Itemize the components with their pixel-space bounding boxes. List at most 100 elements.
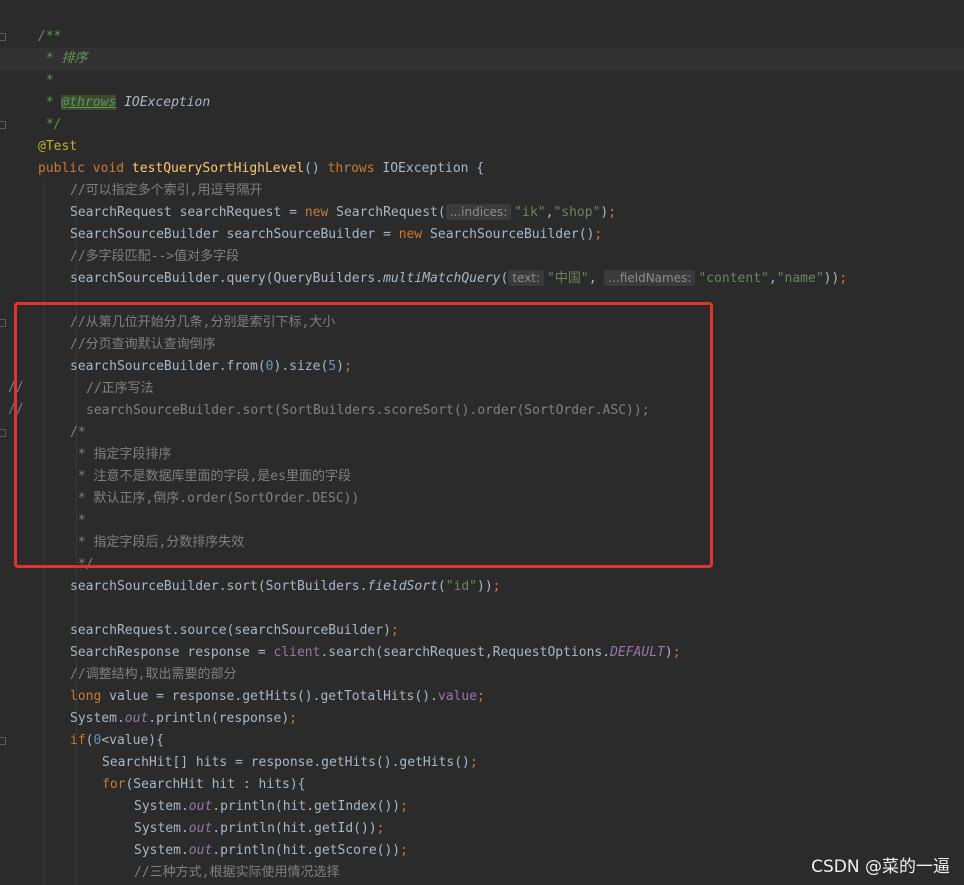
code-line[interactable]: System.out.println(hit.getIndex()); — [0, 796, 964, 818]
code-token: SearchRequest( — [336, 205, 446, 220]
code-token: ( — [500, 271, 509, 286]
code-line[interactable]: //多字段匹配-->值对多字段 — [0, 246, 964, 268]
code-token: () — [304, 161, 328, 176]
code-token: System. — [134, 799, 189, 814]
code-token: searchSourceBuilder.query(QueryBuilders. — [70, 271, 384, 286]
code-token: SearchSourceBuilder searchSourceBuilder … — [70, 227, 399, 242]
code-token: "name" — [776, 271, 824, 286]
code-line[interactable]: SearchSourceBuilder searchSourceBuilder … — [0, 224, 964, 246]
code-token: System. — [134, 843, 189, 858]
code-token: * 排序 — [38, 51, 88, 66]
code-token: ; — [390, 623, 399, 638]
code-line[interactable]: System.out.println(hit.getId()); — [0, 818, 964, 840]
code-token: ; — [376, 821, 385, 836]
code-line[interactable]: public void testQuerySortHighLevel() thr… — [0, 158, 964, 180]
code-token: <value){ — [101, 733, 164, 748]
code-token: ( — [437, 579, 446, 594]
code-token: out — [188, 843, 213, 858]
code-token: .search(searchRequest,RequestOptions. — [320, 645, 611, 660]
code-line[interactable]: System.out.println(response); — [0, 708, 964, 730]
code-token: SearchHit[] hits = response.getHits().ge… — [102, 755, 470, 770]
code-token: ) — [664, 645, 673, 660]
code-token: //调整结构,取出需要的部分 — [70, 667, 237, 682]
code-token: multiMatchQuery — [383, 271, 501, 286]
code-token: ; — [400, 843, 408, 858]
code-token: testQuerySortHighLevel — [131, 161, 305, 176]
code-token: , — [588, 271, 605, 286]
code-token: ; — [400, 799, 408, 814]
code-token: )) — [477, 579, 493, 594]
code-token: ; — [608, 205, 617, 220]
code-token: ; — [839, 271, 848, 286]
code-token: /** — [38, 29, 62, 44]
code-token: new — [304, 205, 337, 220]
parameter-hint: ...indices: — [445, 204, 512, 220]
code-token: fieldSort — [367, 579, 438, 594]
code-token: "ik" — [514, 205, 546, 220]
code-token: SearchResponse response = — [70, 645, 274, 660]
code-token: ; — [477, 689, 485, 704]
code-token: searchSourceBuilder.sort(SortBuilders. — [70, 579, 368, 594]
code-line[interactable]: searchRequest.source(searchSourceBuilder… — [0, 620, 964, 642]
parameter-hint: text: — [508, 270, 545, 286]
code-token: ; — [469, 755, 478, 770]
code-token: throws — [327, 161, 383, 176]
code-token: out — [188, 821, 213, 836]
code-line[interactable]: */ — [0, 114, 964, 136]
code-line[interactable]: * 排序 — [0, 48, 964, 70]
code-token: )) — [823, 271, 840, 286]
code-line[interactable]: //调整结构,取出需要的部分 — [0, 664, 964, 686]
code-line[interactable]: searchSourceBuilder.sort(SortBuilders.fi… — [0, 576, 964, 598]
code-token: IOException — [116, 95, 211, 110]
code-line[interactable]: @Test — [0, 136, 964, 158]
code-line[interactable]: SearchRequest searchRequest = new Search… — [0, 202, 964, 224]
code-token: //可以指定多个索引,用逗号隔开 — [70, 183, 263, 198]
code-token: value — [437, 689, 478, 704]
code-token: "id" — [445, 579, 478, 594]
code-line[interactable]: SearchResponse response = client.search(… — [0, 642, 964, 664]
code-token: ; — [492, 579, 501, 594]
code-token: * — [38, 95, 62, 110]
code-token: client — [273, 645, 321, 660]
code-line[interactable]: for(SearchHit hit : hits){ — [0, 774, 964, 796]
code-line[interactable]: * @throws IOException — [0, 92, 964, 114]
annotation-highlight-box — [14, 302, 713, 568]
code-line[interactable] — [0, 598, 964, 620]
code-token: (SearchHit hit : hits){ — [125, 777, 306, 792]
parameter-hint: ...fieldNames: — [604, 270, 696, 286]
code-token: out — [188, 799, 213, 814]
code-token: ; — [289, 711, 297, 726]
watermark: CSDN @菜的一逼 — [811, 857, 950, 877]
code-token: searchRequest.source(searchSourceBuilder… — [70, 623, 391, 638]
code-token: System. — [70, 711, 125, 726]
code-token: SearchRequest searchRequest = — [70, 205, 305, 220]
code-line[interactable]: long value = response.getHits().getTotal… — [0, 686, 964, 708]
code-token: for — [102, 777, 126, 792]
code-token: if — [70, 733, 86, 748]
code-token: .println(hit.getScore()) — [212, 843, 401, 858]
code-token: System. — [134, 821, 189, 836]
code-token: @Test — [38, 139, 78, 154]
code-line[interactable]: searchSourceBuilder.query(QueryBuilders.… — [0, 268, 964, 290]
code-token: @throws — [61, 95, 117, 110]
code-line[interactable]: //可以指定多个索引,用逗号隔开 — [0, 180, 964, 202]
code-line[interactable]: if(0<value){ — [0, 730, 964, 752]
code-line[interactable]: * — [0, 70, 964, 92]
code-line[interactable]: /** — [0, 26, 964, 48]
code-token: "shop" — [553, 205, 601, 220]
code-token: "content" — [698, 271, 769, 286]
code-token: IOException { — [382, 161, 485, 176]
code-line[interactable]: SearchHit[] hits = response.getHits().ge… — [0, 752, 964, 774]
code-token: "中国" — [547, 271, 589, 286]
code-token: value = response.getHits().getTotalHits(… — [109, 689, 438, 704]
code-token: .println(hit.getIndex()) — [212, 799, 401, 814]
code-token: .println(hit.getId()) — [212, 821, 377, 836]
code-token: , — [768, 271, 777, 286]
code-token: long — [70, 689, 110, 704]
code-token: SearchSourceBuilder() — [430, 227, 595, 242]
code-token: */ — [38, 117, 62, 132]
code-token: * — [38, 73, 54, 88]
code-token: ; — [594, 227, 603, 242]
code-token: public void — [38, 161, 132, 176]
code-token: out — [124, 711, 149, 726]
